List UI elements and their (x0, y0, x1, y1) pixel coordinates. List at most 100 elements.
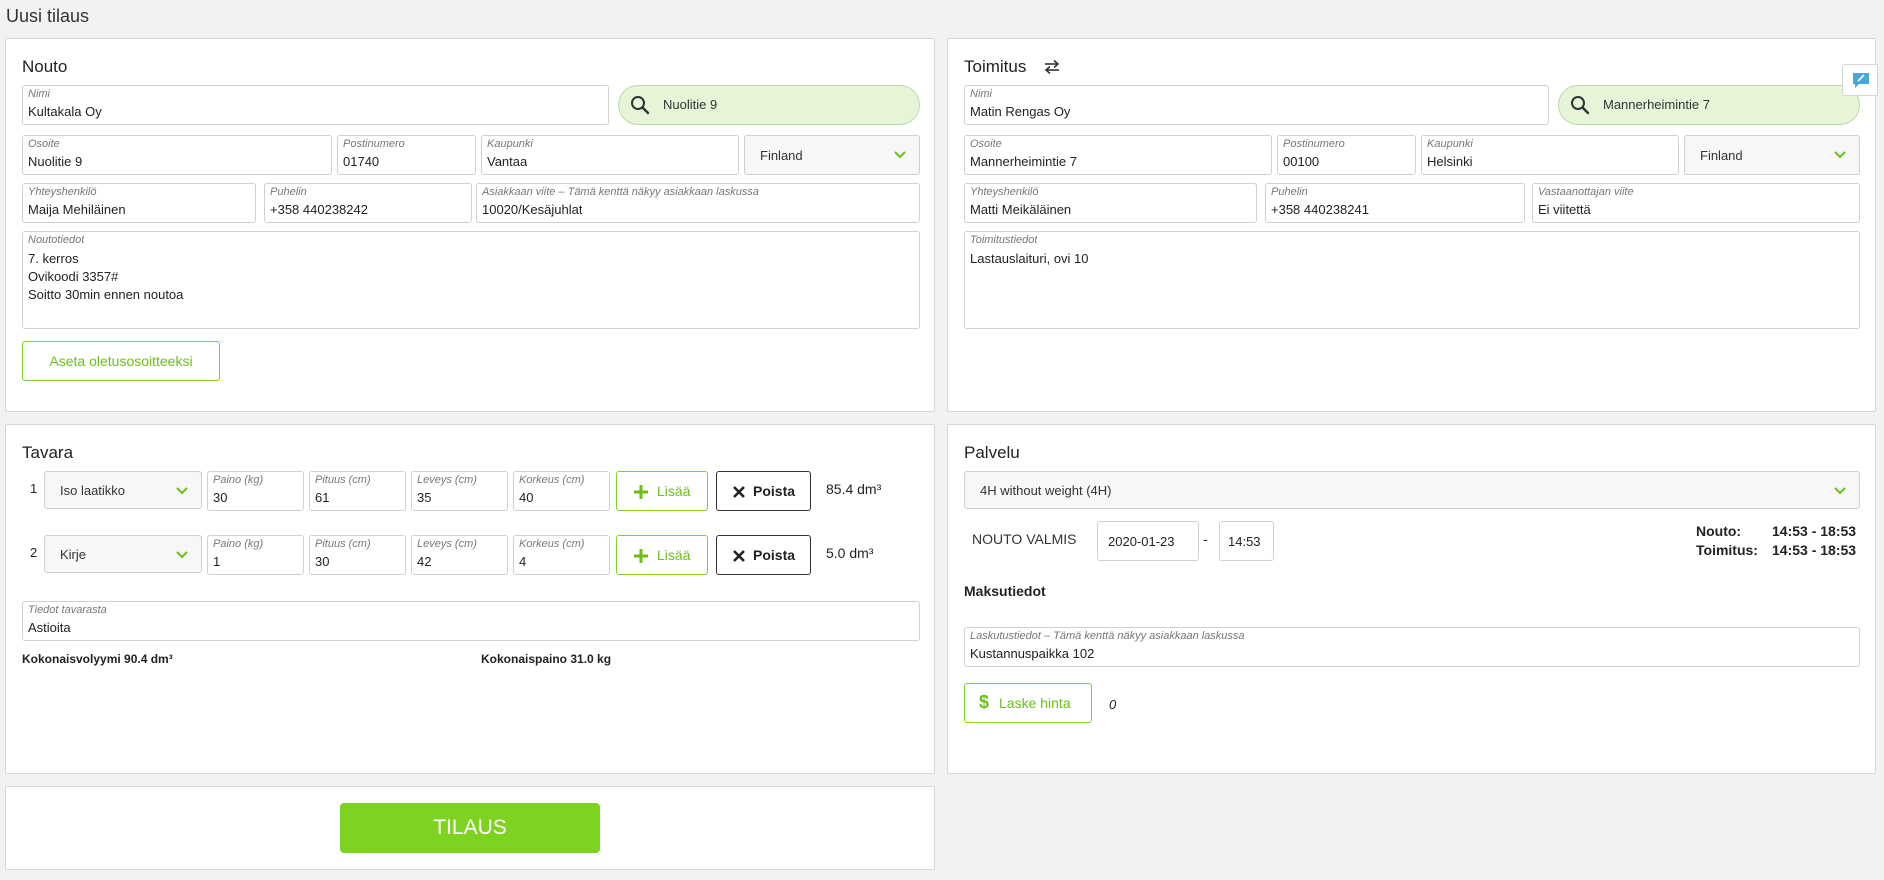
delivery-postal-field[interactable]: Postinumero 00100 (1277, 135, 1416, 175)
field-label: Osoite (28, 138, 60, 150)
field-value: Helsinki (1427, 154, 1473, 169)
delivery-name-field[interactable]: Nimi Matin Rengas Oy (964, 85, 1549, 125)
field-value: Mannerheimintie 7 (970, 154, 1077, 169)
close-icon (733, 550, 745, 562)
pickup-name-field[interactable]: Nimi Kultakala Oy (22, 85, 609, 125)
delivery-country-select[interactable]: Finland (1684, 135, 1860, 175)
pickup-date-field[interactable]: 2020-01-23 (1097, 521, 1199, 561)
item-width-field[interactable]: Leveys (cm) 35 (411, 471, 508, 511)
delivery-address-field[interactable]: Osoite Mannerheimintie 7 (964, 135, 1272, 175)
item-weight-field[interactable]: Paino (kg) 1 (207, 535, 304, 575)
pickup-window-value: 14:53 - 18:53 (1772, 523, 1857, 539)
pickup-reference-field[interactable]: Asiakkaan viite – Tämä kenttä näkyy asia… (476, 183, 920, 223)
field-value: 1 (213, 554, 221, 569)
field-value: Lastauslaituri, ovi 10 (970, 251, 1089, 266)
button-label: Lisää (657, 547, 691, 563)
field-value: 30 (315, 554, 330, 569)
page-title: Uusi tilaus (6, 6, 90, 26)
pickup-panel: Nouto Nimi Kultakala Oy Nuolitie 9 Osoit… (5, 38, 935, 412)
field-value: 40 (519, 490, 534, 505)
field-label: Paino (kg) (213, 474, 264, 486)
set-default-address-button[interactable]: Aseta oletusosoitteeksi (22, 341, 220, 381)
field-label: Puhelin (270, 186, 307, 198)
field-label: Nimi (28, 88, 50, 100)
pickup-info-textarea[interactable]: Noutotiedot 7. kerros Ovikoodi 3357# Soi… (22, 231, 920, 329)
calculate-price-button[interactable]: $ Laske hinta (964, 683, 1092, 723)
field-value: Vantaa (487, 154, 528, 169)
delivery-phone-field[interactable]: Puhelin +358 440238241 (1265, 183, 1525, 223)
field-value: 7. kerros Ovikoodi 3357# Soitto 30min en… (28, 251, 184, 302)
swap-icon[interactable] (1043, 59, 1061, 75)
select-value: Kirje (60, 547, 87, 562)
pickup-address-search[interactable]: Nuolitie 9 (618, 85, 920, 125)
field-value: 14:53 (1228, 534, 1261, 549)
chevron-down-icon (1834, 487, 1846, 495)
pickup-city-field[interactable]: Kaupunki Vantaa (481, 135, 739, 175)
item-height-field[interactable]: Korkeus (cm) 40 (513, 471, 610, 511)
add-item-button[interactable]: Lisää (616, 471, 708, 511)
item-volume: 85.4 dm³ (826, 481, 882, 497)
field-value: 35 (417, 490, 432, 505)
pickup-address-field[interactable]: Osoite Nuolitie 9 (22, 135, 332, 175)
field-value: Kultakala Oy (28, 104, 102, 119)
delivery-city-field[interactable]: Kaupunki Helsinki (1421, 135, 1679, 175)
search-value: Mannerheimintie 7 (1603, 97, 1710, 112)
pickup-ready-label: NOUTO VALMIS (972, 531, 1077, 547)
chat-edit-icon (1853, 73, 1869, 88)
field-label: Yhteyshenkilö (970, 186, 1039, 198)
item-length-field[interactable]: Pituus (cm) 61 (309, 471, 406, 511)
item-length-field[interactable]: Pituus (cm) 30 (309, 535, 406, 575)
service-select[interactable]: 4H without weight (4H) (964, 471, 1860, 509)
field-value: Ei viitettä (1538, 202, 1591, 217)
field-value: Nuolitie 9 (28, 154, 83, 169)
pickup-postal-field[interactable]: Postinumero 01740 (337, 135, 476, 175)
button-label: Poista (753, 483, 796, 499)
chevron-down-icon (1834, 151, 1846, 159)
field-label: Asiakkaan viite – Tämä kenttä näkyy asia… (482, 186, 759, 198)
remove-item-button[interactable]: Poista (716, 535, 811, 575)
delivery-window-value: 14:53 - 18:53 (1772, 542, 1857, 558)
total-volume: Kokonaisvolyymi 90.4 dm³ (22, 652, 173, 666)
button-label: Lisää (657, 483, 691, 499)
field-value: 42 (417, 554, 432, 569)
delivery-address-search[interactable]: Mannerheimintie 7 (1558, 85, 1860, 125)
feedback-tab[interactable] (1842, 64, 1878, 96)
item-type-select[interactable]: Iso laatikko (44, 471, 202, 509)
item-weight-field[interactable]: Paino (kg) 30 (207, 471, 304, 511)
search-icon (1571, 96, 1590, 115)
pickup-window-label: Nouto: (1696, 523, 1742, 539)
field-label: Nimi (970, 88, 992, 100)
goods-notes-field[interactable]: Tiedot tavarasta Astioita (22, 601, 920, 641)
billing-info-field[interactable]: Laskutustiedot – Tämä kenttä näkyy asiak… (964, 627, 1860, 667)
field-label: Leveys (cm) (417, 538, 477, 550)
plus-icon (634, 485, 648, 499)
field-label: Noutotiedot (28, 234, 85, 246)
field-label: Korkeus (cm) (519, 474, 585, 486)
field-value: Astioita (28, 620, 71, 635)
pickup-country-select[interactable]: Finland (744, 135, 920, 175)
delivery-reference-field[interactable]: Vastaanottajan viite Ei viitettä (1532, 183, 1860, 223)
button-label: Poista (753, 547, 796, 563)
field-label: Paino (kg) (213, 538, 264, 550)
item-height-field[interactable]: Korkeus (cm) 4 (513, 535, 610, 575)
add-item-button[interactable]: Lisää (616, 535, 708, 575)
field-label: Postinumero (343, 138, 405, 150)
field-value: Maija Mehiläinen (28, 202, 126, 217)
delivery-contact-field[interactable]: Yhteyshenkilö Matti Meikäläinen (964, 183, 1257, 223)
remove-item-button[interactable]: Poista (716, 471, 811, 511)
field-value: 10020/Kesäjuhlat (482, 202, 583, 217)
total-weight: Kokonaispaino 31.0 kg (481, 652, 612, 666)
pickup-contact-field[interactable]: Yhteyshenkilö Maija Mehiläinen (22, 183, 256, 223)
item-width-field[interactable]: Leveys (cm) 42 (411, 535, 508, 575)
pickup-time-field[interactable]: 14:53 (1219, 521, 1274, 561)
item-type-select[interactable]: Kirje (44, 535, 202, 573)
field-label: Leveys (cm) (417, 474, 477, 486)
pickup-phone-field[interactable]: Puhelin +358 440238242 (264, 183, 472, 223)
order-submit-button[interactable]: TILAUS (340, 803, 600, 853)
field-label: Postinumero (1283, 138, 1345, 150)
payment-title: Maksutiedot (964, 583, 1046, 599)
plus-icon (634, 549, 648, 563)
delivery-info-textarea[interactable]: Toimitustiedot Lastauslaituri, ovi 10 (964, 231, 1860, 329)
field-value: 01740 (343, 154, 380, 169)
select-value: Finland (760, 148, 803, 163)
